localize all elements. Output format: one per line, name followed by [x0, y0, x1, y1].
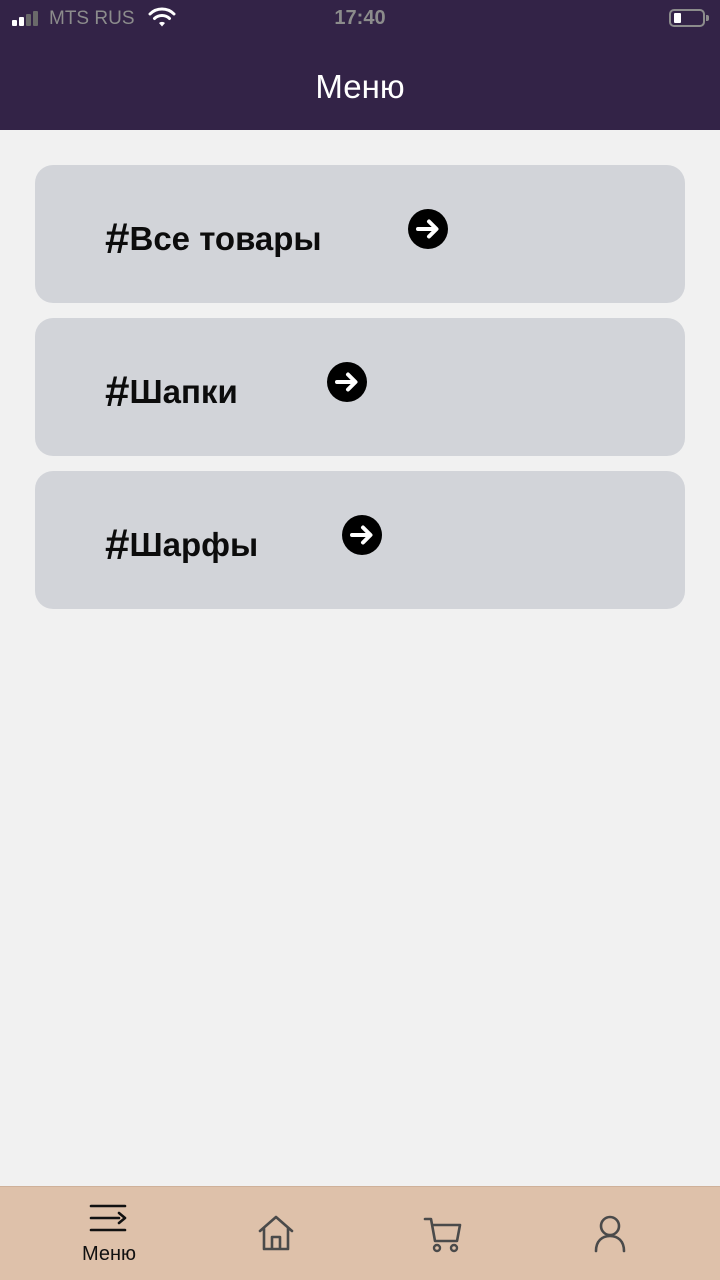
- page-title: Меню: [315, 68, 405, 105]
- header: MTS RUS 17:40 Меню: [0, 0, 720, 130]
- status-bar: MTS RUS 17:40: [0, 0, 720, 36]
- menu-item-all-products[interactable]: #Все товары: [35, 165, 685, 303]
- menu-icon: [89, 1204, 127, 1232]
- menu-item-label: #Все товары: [105, 214, 322, 263]
- arrow-right-circle-icon[interactable]: [341, 514, 383, 556]
- profile-icon: [594, 1215, 626, 1253]
- tab-menu[interactable]: Меню: [39, 1187, 179, 1280]
- tab-menu-label: Меню: [81, 1243, 137, 1265]
- tab-home[interactable]: [206, 1187, 346, 1280]
- tab-profile[interactable]: [540, 1187, 680, 1280]
- menu-item-label: #Шарфы: [105, 520, 259, 569]
- menu-item-scarves[interactable]: #Шарфы: [35, 471, 685, 609]
- status-time: 17:40: [334, 7, 386, 29]
- battery-icon: [669, 9, 709, 27]
- menu-item-hats[interactable]: #Шапки: [35, 318, 685, 456]
- menu-item-label: #Шапки: [105, 367, 238, 416]
- arrow-right-circle-icon[interactable]: [407, 208, 449, 250]
- cart-icon: [423, 1217, 462, 1253]
- home-icon: [258, 1215, 294, 1251]
- arrow-right-circle-icon[interactable]: [326, 361, 368, 403]
- tab-cart[interactable]: [373, 1187, 513, 1280]
- tab-bar: Меню: [0, 1186, 720, 1280]
